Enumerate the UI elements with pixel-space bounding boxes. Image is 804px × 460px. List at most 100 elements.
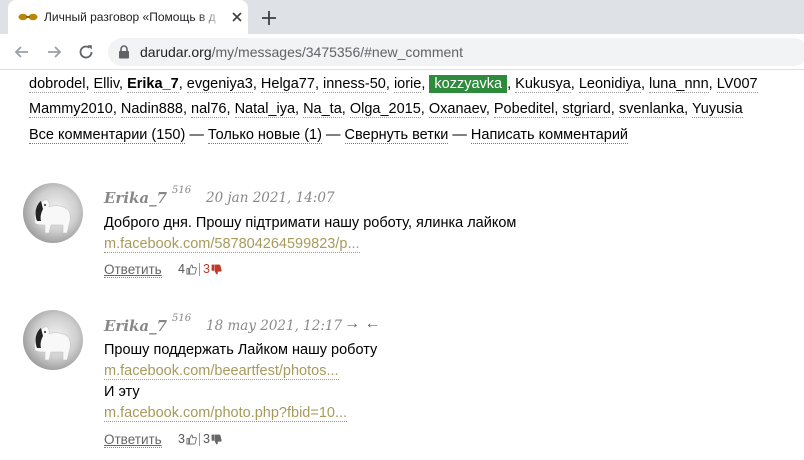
participant-link[interactable]: Oxanaev (428, 101, 486, 118)
write-comment-link[interactable]: Написать комментарий (470, 127, 629, 144)
downvote-count: 3 (202, 432, 210, 446)
author-rating: 516 (172, 313, 192, 324)
new-tab-icon[interactable] (258, 7, 280, 29)
vote-widget: 3 3 (178, 432, 222, 446)
participant-link[interactable]: stgriard (562, 101, 611, 118)
comma-separator: , (684, 101, 692, 117)
participant-link[interactable]: svenlanka (618, 101, 685, 118)
participant-link[interactable]: nal76 (191, 101, 227, 118)
comma-separator: , (708, 76, 717, 92)
participant-link[interactable]: Pobeditel (493, 101, 555, 118)
participant-link[interactable]: Na_ta (303, 101, 342, 118)
vote-divider (198, 432, 200, 446)
dog-avatar-icon (34, 199, 71, 234)
comment-link[interactable]: m.facebook.com/beeartfest/photos... (104, 363, 339, 380)
participant-link[interactable]: Olga_2015 (349, 101, 421, 118)
back-arrow-icon[interactable] (12, 42, 32, 62)
vote-widget: 4 3 (178, 262, 222, 276)
comment-text: Прошу поддержать Лайком нашу роботу (104, 342, 378, 358)
participant-link[interactable]: Leonidiya (578, 76, 641, 93)
comma-separator: , (385, 76, 394, 92)
browser-toolbar: darudar.org/my/messages/3475356/#new_com… (0, 34, 804, 70)
site-favicon-icon (18, 13, 38, 21)
comma-separator: , (314, 76, 323, 92)
participant-link[interactable]: Kukusya (515, 76, 571, 93)
participant-link[interactable]: Mammy2010 (29, 101, 113, 118)
comment-date[interactable]: 20 jan 2021, 14:07 (206, 190, 335, 206)
comma-separator: , (85, 76, 94, 92)
comma-separator: , (507, 76, 516, 92)
thumbs-up-icon[interactable] (186, 434, 197, 445)
comment-link[interactable]: m.facebook.com/587804264599823/p... (104, 236, 360, 253)
dog-avatar-icon (34, 326, 71, 361)
participant-link[interactable]: inness-50 (323, 76, 386, 93)
tab-title-fade (198, 4, 224, 28)
comma-separator: , (178, 76, 187, 92)
separator: — (189, 127, 204, 143)
thread-nav-arrows[interactable]: → ← (344, 315, 380, 333)
participant-link[interactable]: kozzyavka (429, 75, 508, 93)
reply-button[interactable]: Ответить (104, 262, 162, 278)
comma-separator: , (112, 101, 121, 117)
comma-separator: , (119, 76, 128, 92)
avatar[interactable] (23, 310, 83, 370)
comment-controls: Все комментарии (150) — Только новые (1)… (29, 127, 629, 144)
participant-link[interactable]: luna_nnn (649, 76, 709, 93)
participants-line-2: Mammy2010, Nadin888, nal76, Natal_iya, N… (29, 101, 743, 118)
comment-author[interactable]: Erika_7 (104, 317, 167, 335)
participants-line-1: dobrodel, Elliv, Erika_7, evgeniya3, Hel… (29, 75, 758, 93)
forward-arrow-icon[interactable] (44, 42, 64, 62)
lock-icon[interactable] (118, 45, 130, 59)
tab-strip: Личный разговор «Помощь в д (0, 0, 804, 34)
comma-separator: , (420, 101, 429, 117)
separator: — (325, 127, 341, 143)
tab-title: Личный разговор «Помощь в д (44, 10, 216, 24)
author-rating: 516 (172, 185, 192, 196)
all-comments-link[interactable]: Все комментарии (150) (29, 127, 186, 144)
reload-icon[interactable] (76, 42, 96, 62)
comment-text-2: И эту (104, 384, 140, 400)
close-tab-icon[interactable] (230, 10, 244, 24)
participant-link[interactable]: LV007 (716, 76, 758, 93)
page-content: dobrodel, Elliv, Erika_7, evgeniya3, Hel… (0, 70, 804, 460)
comma-separator: , (570, 76, 579, 92)
comment-date[interactable]: 18 may 2021, 12:17 (206, 318, 342, 334)
thumbs-down-icon[interactable] (211, 434, 222, 445)
comma-separator: , (295, 101, 304, 117)
participant-link[interactable]: evgeniya3 (186, 76, 253, 93)
participant-link[interactable]: Erika_7 (127, 76, 179, 93)
comma-separator: , (640, 76, 649, 92)
avatar[interactable] (23, 183, 83, 243)
participant-link[interactable]: Nadin888 (120, 101, 183, 118)
comment-text: Доброго дня. Прошу підтримати нашу робот… (104, 215, 517, 231)
vote-divider (198, 262, 200, 276)
comma-separator: , (341, 101, 350, 117)
participant-link[interactable]: Natal_iya (234, 101, 296, 118)
participant-link[interactable]: Yuyusia (691, 101, 743, 118)
participant-link[interactable]: iorie (393, 76, 422, 93)
comma-separator: , (610, 101, 619, 117)
reply-button[interactable]: Ответить (104, 432, 162, 448)
separator: — (452, 127, 467, 143)
comment-link-2[interactable]: m.facebook.com/photo.php?fbid=10... (104, 405, 348, 422)
comma-separator: , (182, 101, 192, 117)
url-text: darudar.org/my/messages/3475356/#new_com… (140, 44, 463, 60)
url-path: /my/messages/3475356/#new_comment (211, 44, 463, 60)
browser-tab[interactable]: Личный разговор «Помощь в д (8, 0, 248, 34)
thumbs-down-icon[interactable] (211, 264, 222, 275)
downvote-count: 3 (202, 262, 210, 276)
upvote-count: 3 (178, 432, 185, 446)
only-new-link[interactable]: Только новые (1) (207, 127, 322, 144)
participant-link[interactable]: dobrodel (29, 76, 86, 93)
participant-link[interactable]: Elliv (93, 76, 120, 93)
collapse-threads-link[interactable]: Свернуть ветки (344, 127, 449, 144)
comment-author[interactable]: Erika_7 (104, 189, 167, 207)
url-host: darudar.org (140, 44, 212, 60)
participant-link[interactable]: Helga77 (260, 76, 315, 93)
thumbs-up-icon[interactable] (186, 264, 197, 275)
comma-separator: , (252, 76, 261, 92)
comma-separator: , (485, 101, 494, 117)
address-bar[interactable]: darudar.org/my/messages/3475356/#new_com… (108, 38, 804, 66)
upvote-count: 4 (178, 262, 185, 276)
comma-separator: , (226, 101, 235, 117)
